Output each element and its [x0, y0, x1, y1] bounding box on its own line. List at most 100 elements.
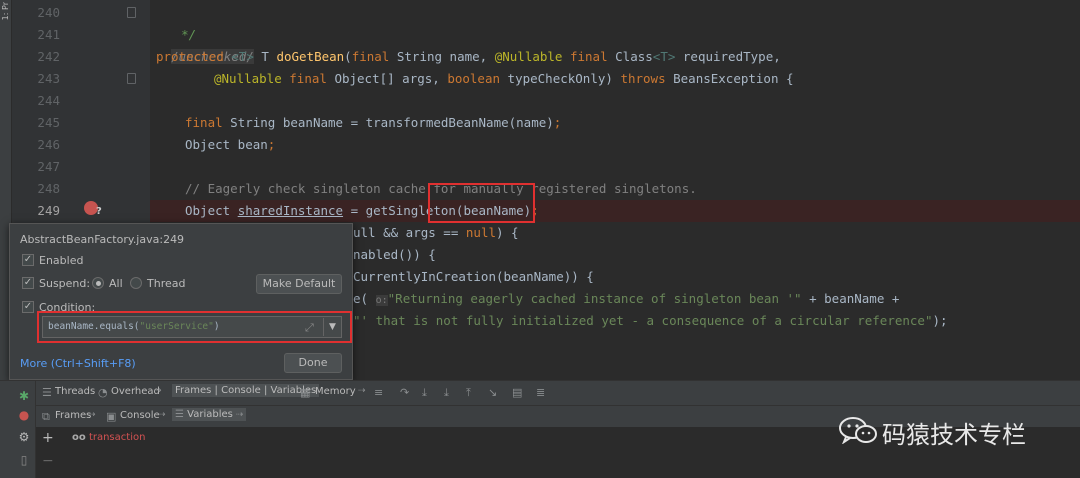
tab-variables-label: Variables: [187, 409, 233, 420]
code-token: requiredType,: [682, 49, 781, 64]
suspend-all-radio[interactable]: [92, 277, 104, 289]
variables-icon: ☰: [175, 409, 188, 420]
code-token: throws: [620, 71, 666, 86]
watch-label: transaction: [88, 432, 146, 443]
pin-icon: ⇢: [158, 410, 166, 420]
line-number: 246: [37, 137, 60, 152]
pin-icon: ⇢: [232, 410, 244, 420]
method-name: doGetBean: [276, 49, 345, 64]
code-token: T: [261, 49, 269, 64]
watermark-text: 码猿技术专栏: [882, 421, 1026, 449]
condition-checkbox[interactable]: ✓: [22, 301, 34, 313]
breakpoint-settings-popup: AbstractBeanFactory.java:249 ✓ Enabled ✓…: [9, 223, 353, 380]
remove-watch-icon[interactable]: −: [42, 453, 54, 469]
suspend-thread-label: Thread: [147, 277, 186, 290]
conditional-breakpoint-question-icon: ?: [96, 206, 102, 217]
highlight-box: [37, 311, 352, 343]
code-token: sharedInstance: [237, 203, 344, 218]
code-token: null: [465, 225, 496, 240]
code-line-240: */: [156, 2, 196, 42]
done-button[interactable]: Done: [284, 353, 342, 373]
code-line-250: ull && args == null) {: [353, 222, 519, 244]
rerun-icon[interactable]: ●: [17, 408, 31, 422]
step-out-icon[interactable]: ⤒: [466, 386, 471, 400]
code-token: (: [344, 49, 352, 64]
line-number: 244: [37, 93, 60, 108]
code-token: Object: [185, 203, 238, 218]
menu-icon[interactable]: ≡: [374, 386, 383, 399]
code-token: final: [569, 49, 608, 64]
code-token: String name,: [396, 49, 488, 64]
popup-title: AbstractBeanFactory.java:249: [20, 233, 185, 246]
code-line-245: final String beanName = transformedBeanN…: [185, 112, 561, 134]
suspend-checkbox[interactable]: ✓: [22, 277, 34, 289]
line-number: 245: [37, 115, 60, 130]
line-number: 242: [37, 49, 60, 64]
line-number: 247: [37, 159, 60, 174]
code-line-246: Object bean;: [185, 134, 275, 156]
make-default-button[interactable]: Make Default: [256, 274, 342, 294]
force-step-into-icon[interactable]: ⤓: [444, 386, 449, 400]
line-number: 240: [37, 5, 60, 20]
tab-overhead[interactable]: Overhead: [111, 386, 160, 397]
threads-icon: ☰: [42, 386, 52, 399]
enabled-checkbox[interactable]: ✓: [22, 254, 34, 266]
code-line-243: @Nullable final Object[] args, boolean t…: [214, 68, 794, 90]
overhead-icon: ◔: [98, 386, 108, 399]
fold-marker-icon[interactable]: [127, 73, 136, 84]
code-token: ;: [267, 137, 276, 152]
code-token: typeCheckOnly): [507, 71, 613, 86]
line-number: 243: [37, 71, 60, 86]
frames-icon: ⧉: [42, 410, 50, 423]
project-tool-label[interactable]: 1: Pr: [1, 2, 11, 20]
tab-memory[interactable]: Memory: [315, 386, 356, 397]
memory-icon: ▦: [300, 386, 311, 399]
suspend-thread-radio[interactable]: [130, 277, 142, 289]
step-over-icon[interactable]: ↷: [400, 386, 409, 399]
code-line-251: nabled()) {: [353, 247, 436, 262]
code-line-253: e( o:"Returning eagerly cached instance …: [353, 288, 899, 310]
code-token: Class: [615, 49, 653, 64]
code-token: ;: [553, 115, 562, 130]
watch-item[interactable]: oo transaction: [72, 432, 145, 443]
line-number: 248: [37, 181, 60, 196]
tab-threads[interactable]: Threads: [55, 386, 95, 397]
line-number: 249: [37, 203, 60, 218]
code-token: e(: [353, 291, 369, 306]
code-token: final: [289, 71, 327, 86]
tab-frames[interactable]: Frames: [55, 410, 91, 421]
code-token: "' that is not fully initialized yet - a…: [353, 313, 933, 328]
trace-icon[interactable]: ≣: [536, 386, 545, 399]
code-token: <T>: [652, 49, 676, 64]
layout-icon[interactable]: ▯: [17, 453, 31, 467]
code-token: Object[] args,: [334, 71, 440, 86]
code-token: @Nullable: [214, 71, 282, 86]
watermark: 码猿技术专栏: [838, 412, 1058, 449]
pin-icon: ⇢: [154, 386, 162, 396]
wechat-logo-icon: [839, 417, 877, 444]
tab-console[interactable]: Console: [120, 410, 160, 421]
enabled-label: Enabled: [39, 254, 84, 267]
code-token: String beanName = transformedBeanName(na…: [230, 115, 554, 130]
more-link[interactable]: More (Ctrl+Shift+F8): [20, 357, 136, 370]
console-icon: ▣: [106, 410, 117, 423]
line-number: 241: [37, 27, 60, 42]
bug-icon[interactable]: ✱: [17, 389, 31, 403]
code-line-242: protected <T> T doGetBean(final String n…: [156, 46, 781, 68]
fold-marker-icon[interactable]: [127, 7, 136, 18]
highlight-box: [428, 183, 535, 223]
code-line-254: "' that is not fully initialized yet - a…: [353, 310, 948, 332]
code-line-241: /unchecked/: [156, 24, 254, 64]
code-token: );: [932, 313, 948, 328]
tab-frames-console-variables[interactable]: Frames | Console | Variables: [172, 384, 320, 397]
code-token: "Returning eagerly cached instance of si…: [387, 291, 802, 306]
run-to-cursor-icon[interactable]: ↘: [488, 386, 497, 399]
tab-variables[interactable]: ☰ Variables ⇢: [172, 408, 247, 421]
step-into-icon[interactable]: ⤓: [422, 386, 427, 400]
code-token: @Nullable: [494, 49, 563, 64]
settings-icon[interactable]: ⚙: [17, 430, 31, 444]
debug-side-toolbar: ✱ ● ⚙ ▯: [12, 381, 36, 478]
pin-icon: ⇢: [88, 410, 96, 420]
evaluate-icon[interactable]: ▤: [512, 386, 522, 399]
add-watch-icon[interactable]: +: [42, 430, 54, 446]
